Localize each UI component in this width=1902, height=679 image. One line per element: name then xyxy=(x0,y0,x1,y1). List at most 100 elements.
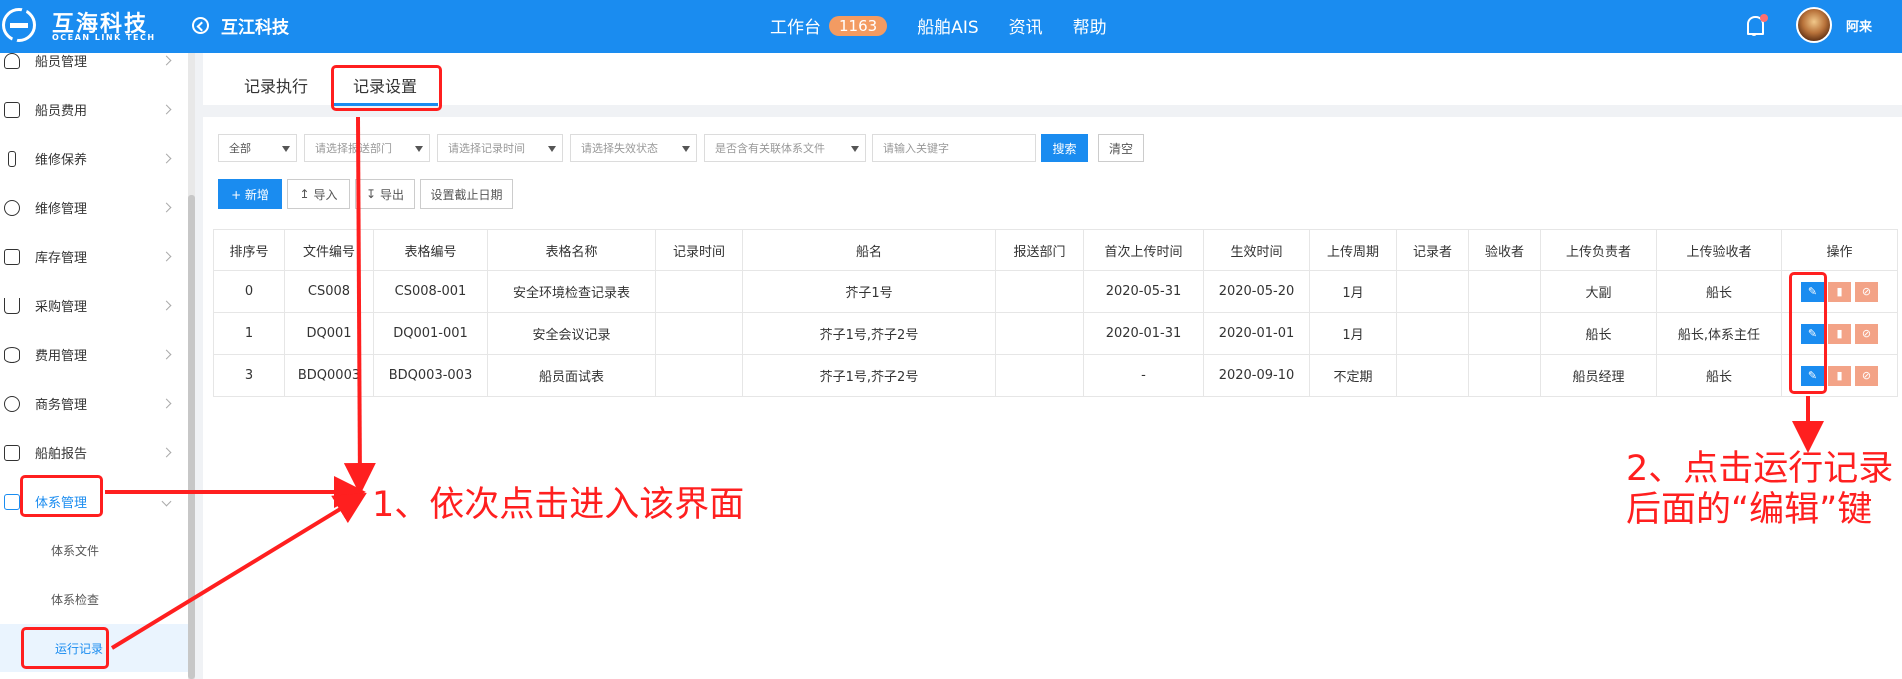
add-button[interactable]: + 新增 xyxy=(218,179,282,209)
table-cell: 船长 xyxy=(1656,354,1782,397)
record-time-select-placeholder: 请选择记录时间 xyxy=(448,142,525,155)
sidebar-item-inventory[interactable]: 库存管理 xyxy=(0,232,188,281)
chevron-right-icon xyxy=(161,251,172,262)
sidebar-item-business[interactable]: 商务管理 xyxy=(0,379,188,428)
sidebar-subitem-system-check[interactable]: 体系检查 xyxy=(0,575,188,623)
keyword-input-placeholder: 请输入关键字 xyxy=(883,142,949,155)
table-cell xyxy=(1468,312,1541,355)
trash-icon: ▮ xyxy=(1836,369,1843,382)
sidebar-item-ship-report[interactable]: 船舶报告 xyxy=(0,428,188,477)
chevron-right-icon xyxy=(161,55,172,66)
sidebar-scrollbar-thumb[interactable] xyxy=(188,195,195,679)
annotation-step1: 1、依次点击进入该界面 xyxy=(372,485,745,525)
user-icon xyxy=(4,53,20,69)
cart-icon xyxy=(4,297,20,314)
sidebar-subitem-system-docs[interactable]: 体系文件 xyxy=(0,526,188,574)
download-icon: ↧ xyxy=(365,187,377,201)
table-cell: 2020-01-31 xyxy=(1083,312,1204,355)
delete-button[interactable]: ▮ xyxy=(1828,365,1851,386)
sidebar-item-maintenance[interactable]: 维修保养 xyxy=(0,134,188,183)
sidebar-item-label: 船舶报告 xyxy=(35,447,88,462)
table-cell: 2020-09-10 xyxy=(1203,354,1310,397)
notification-dot xyxy=(1760,14,1768,22)
export-button-label: 导出 xyxy=(380,187,405,202)
chevron-right-icon xyxy=(161,349,172,360)
disable-button[interactable]: ⊘ xyxy=(1855,365,1878,386)
sidebar-item-label: 维修保养 xyxy=(35,153,88,168)
column-header: 记录时间 xyxy=(655,229,743,271)
sidebar-item-label: 船员管理 xyxy=(35,55,88,70)
back-button[interactable]: 互江科技 xyxy=(192,13,289,38)
annotation-step2-line2: 后面的“编辑”键 xyxy=(1626,490,1873,530)
sidebar-item-crew[interactable]: 船员管理 xyxy=(0,53,188,85)
username[interactable]: 阿来 xyxy=(1846,16,1872,35)
search-button[interactable]: 搜索 xyxy=(1041,134,1088,162)
highlight-sidebar-run-records xyxy=(21,627,109,669)
trash-icon: ▮ xyxy=(1836,285,1843,298)
upload-icon: ↥ xyxy=(299,187,310,201)
company-name: 互江科技 xyxy=(221,18,289,38)
table-cell xyxy=(655,312,743,355)
tab-record-execution[interactable]: 记录执行 xyxy=(244,73,308,97)
avatar[interactable] xyxy=(1796,7,1832,43)
column-header: 首次上传时间 xyxy=(1083,229,1204,271)
table-cell xyxy=(1396,312,1469,355)
column-header: 操作 xyxy=(1781,229,1898,271)
delete-button[interactable]: ▮ xyxy=(1828,281,1851,302)
nav-help[interactable]: 帮助 xyxy=(1073,13,1107,38)
table-cell: 2020-05-31 xyxy=(1083,270,1204,313)
tool-icon xyxy=(4,199,20,216)
disable-button[interactable]: ⊘ xyxy=(1855,323,1878,344)
record-time-select[interactable]: 请选择记录时间 xyxy=(437,134,563,162)
back-arrow-icon xyxy=(192,17,209,34)
column-header: 表格编号 xyxy=(373,229,488,271)
document-icon xyxy=(4,493,20,510)
top-bar: 互海科技 OCEAN LINK TECH 互江科技 工作台 1163 船舶AIS… xyxy=(0,0,1902,53)
invalid-status-select-placeholder: 请选择失效状态 xyxy=(581,142,658,155)
related-docs-select[interactable]: 是否含有关联体系文件 xyxy=(704,134,866,162)
nav-ship-ais-label: 船舶AIS xyxy=(917,18,979,38)
table-cell xyxy=(655,354,743,397)
workbench-badge: 1163 xyxy=(829,15,888,36)
table-cell: 芥子1号,芥子2号 xyxy=(742,312,996,355)
table-cell: 大副 xyxy=(1540,270,1657,313)
clear-button[interactable]: 清空 xyxy=(1098,134,1144,162)
scope-select[interactable]: 全部 xyxy=(218,134,297,162)
disable-button[interactable]: ⊘ xyxy=(1855,281,1878,302)
table-cell: CS008-001 xyxy=(373,270,488,313)
invalid-status-select[interactable]: 请选择失效状态 xyxy=(570,134,697,162)
table-cell: 芥子1号 xyxy=(742,270,996,313)
table-cell: 芥子1号,芥子2号 xyxy=(742,354,996,397)
scope-select-value: 全部 xyxy=(229,142,251,155)
sidebar-item-expense[interactable]: 费用管理 xyxy=(0,330,188,379)
caret-down-icon xyxy=(282,146,290,152)
sidebar-item-repair[interactable]: 维修管理 xyxy=(0,183,188,232)
table-cell: 1月 xyxy=(1309,312,1397,355)
highlight-sidebar-system xyxy=(20,475,103,517)
delete-button[interactable]: ▮ xyxy=(1828,323,1851,344)
ban-icon: ⊘ xyxy=(1861,285,1872,298)
sidebar-item-crew-cost[interactable]: 船员费用 xyxy=(0,85,188,134)
calendar-icon xyxy=(4,444,20,461)
nav-ship-ais[interactable]: 船舶AIS xyxy=(917,13,978,38)
nav-news[interactable]: 资讯 xyxy=(1009,13,1043,38)
caret-down-icon xyxy=(415,146,423,152)
export-button[interactable]: ↧ 导出 xyxy=(355,179,415,209)
table-cell: 2020-05-20 xyxy=(1203,270,1310,313)
nav-workbench[interactable]: 工作台 1163 xyxy=(770,13,888,38)
department-select[interactable]: 请选择报送部门 xyxy=(304,134,430,162)
table-cell: DQ001-001 xyxy=(373,312,488,355)
import-button[interactable]: ↥ 导入 xyxy=(287,179,350,209)
keyword-input[interactable]: 请输入关键字 xyxy=(872,134,1036,162)
table-cell xyxy=(1396,270,1469,313)
ban-icon: ⊘ xyxy=(1861,327,1872,340)
set-deadline-button[interactable]: 设置截止日期 xyxy=(420,179,513,209)
table-cell: BDQ003-003 xyxy=(373,354,488,397)
records-table: 排序号 文件编号 表格编号 表格名称 记录时间 船名 报送部门 首次上传时间 生… xyxy=(213,229,1898,397)
chevron-right-icon xyxy=(161,104,172,115)
sidebar-item-purchase[interactable]: 采购管理 xyxy=(0,281,188,330)
logo[interactable]: 互海科技 OCEAN LINK TECH xyxy=(2,6,172,48)
caret-down-icon xyxy=(548,146,556,152)
sidebar-item-label: 商务管理 xyxy=(35,398,88,413)
table-cell: 安全会议记录 xyxy=(487,312,656,355)
